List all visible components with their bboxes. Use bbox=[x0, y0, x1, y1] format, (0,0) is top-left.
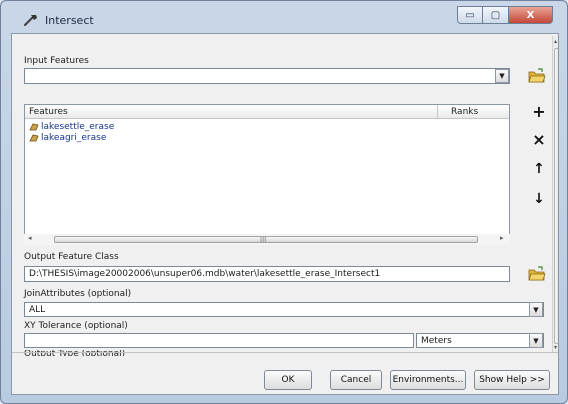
output-feature-class-input[interactable]: D:\THESIS\image20002006\unsuper06.mdb\wa… bbox=[24, 266, 510, 282]
join-attributes-dropdown[interactable]: ▼ bbox=[529, 302, 543, 317]
horizontal-scroll-thumb[interactable]: III bbox=[54, 236, 478, 244]
feature-name: lakesettle_erase bbox=[41, 121, 115, 132]
maximize-icon: ▢ bbox=[490, 9, 501, 21]
input-features-table[interactable]: Features Ranks lakesettle_erase lakeagri… bbox=[24, 104, 510, 244]
table-header: Features Ranks bbox=[25, 105, 509, 119]
xy-tolerance-unit-select[interactable]: Meters bbox=[416, 333, 544, 348]
horizontal-scrollbar[interactable]: ◂ III ▸ bbox=[24, 234, 510, 245]
chevron-down-icon: ▼ bbox=[533, 336, 539, 345]
input-features-label: Input Features bbox=[24, 56, 89, 66]
cancel-button[interactable]: Cancel bbox=[330, 370, 382, 390]
table-row[interactable]: lakeagri_erase bbox=[29, 132, 106, 143]
column-divider[interactable] bbox=[437, 105, 438, 118]
scroll-grip-icon: III bbox=[260, 236, 267, 244]
add-row-button[interactable]: + bbox=[530, 101, 548, 121]
table-row[interactable]: lakesettle_erase bbox=[29, 121, 114, 132]
arrow-up-icon: ↑ bbox=[533, 161, 545, 177]
dialog-body: Input Features ▼ Features Ranks lakesett… bbox=[11, 33, 559, 395]
input-features-dropdown[interactable]: ▼ bbox=[495, 69, 509, 83]
arrow-down-icon: ↓ bbox=[533, 191, 545, 207]
polygon-layer-icon bbox=[29, 123, 39, 130]
title-bar[interactable]: Intersect ▭ ▢ X bbox=[5, 5, 563, 35]
close-icon: X bbox=[526, 9, 535, 21]
window-title: Intersect bbox=[45, 14, 94, 27]
chevron-down-icon: ▼ bbox=[499, 72, 505, 80]
ranks-column-header[interactable]: Ranks bbox=[451, 107, 478, 117]
scroll-left-arrow-icon[interactable]: ◂ bbox=[28, 234, 32, 242]
feature-name: lakeagri_erase bbox=[41, 132, 107, 143]
vertical-scroll-thumb[interactable] bbox=[554, 48, 558, 344]
minimize-icon: ▭ bbox=[465, 9, 475, 21]
hammer-tool-icon bbox=[23, 15, 37, 27]
join-attributes-label: JoinAttributes (optional) bbox=[24, 289, 132, 299]
input-features-combobox[interactable] bbox=[24, 68, 510, 84]
xy-tolerance-label: XY Tolerance (optional) bbox=[24, 321, 128, 331]
move-up-button[interactable]: ↑ bbox=[530, 160, 548, 178]
open-folder-icon[interactable] bbox=[528, 266, 546, 282]
ok-button[interactable]: OK bbox=[264, 370, 312, 390]
output-feature-class-label: Output Feature Class bbox=[24, 252, 119, 262]
xy-tolerance-input[interactable] bbox=[24, 333, 414, 348]
xy-tolerance-unit-dropdown[interactable]: ▼ bbox=[529, 333, 543, 348]
maximize-button[interactable]: ▢ bbox=[483, 6, 509, 24]
close-button[interactable]: X bbox=[509, 6, 553, 24]
scroll-down-arrow-icon[interactable]: ▾ bbox=[554, 344, 557, 351]
minimize-button[interactable]: ▭ bbox=[457, 6, 483, 24]
output-type-label: Output Type (optional) bbox=[24, 350, 126, 356]
scroll-right-arrow-icon[interactable]: ▸ bbox=[500, 234, 504, 242]
vertical-scrollbar[interactable]: ▴ ▾ bbox=[552, 36, 558, 352]
intersect-dialog: Intersect ▭ ▢ X Input Features ▼ Feature… bbox=[0, 0, 568, 404]
move-down-button[interactable]: ↓ bbox=[530, 190, 548, 208]
scroll-up-arrow-icon[interactable]: ▴ bbox=[554, 38, 557, 45]
features-column-header[interactable]: Features bbox=[29, 107, 68, 117]
environments-button[interactable]: Environments... bbox=[390, 370, 466, 390]
polygon-layer-icon bbox=[29, 134, 39, 141]
remove-row-button[interactable]: × bbox=[530, 129, 548, 149]
x-icon: × bbox=[532, 129, 546, 149]
footer-divider bbox=[12, 352, 558, 353]
plus-icon: + bbox=[532, 101, 546, 121]
join-attributes-select[interactable]: ALL bbox=[24, 302, 544, 317]
show-help-button[interactable]: Show Help >> bbox=[474, 370, 550, 390]
open-folder-icon[interactable] bbox=[528, 68, 546, 84]
window-controls: ▭ ▢ X bbox=[457, 6, 553, 24]
chevron-down-icon: ▼ bbox=[533, 305, 539, 314]
